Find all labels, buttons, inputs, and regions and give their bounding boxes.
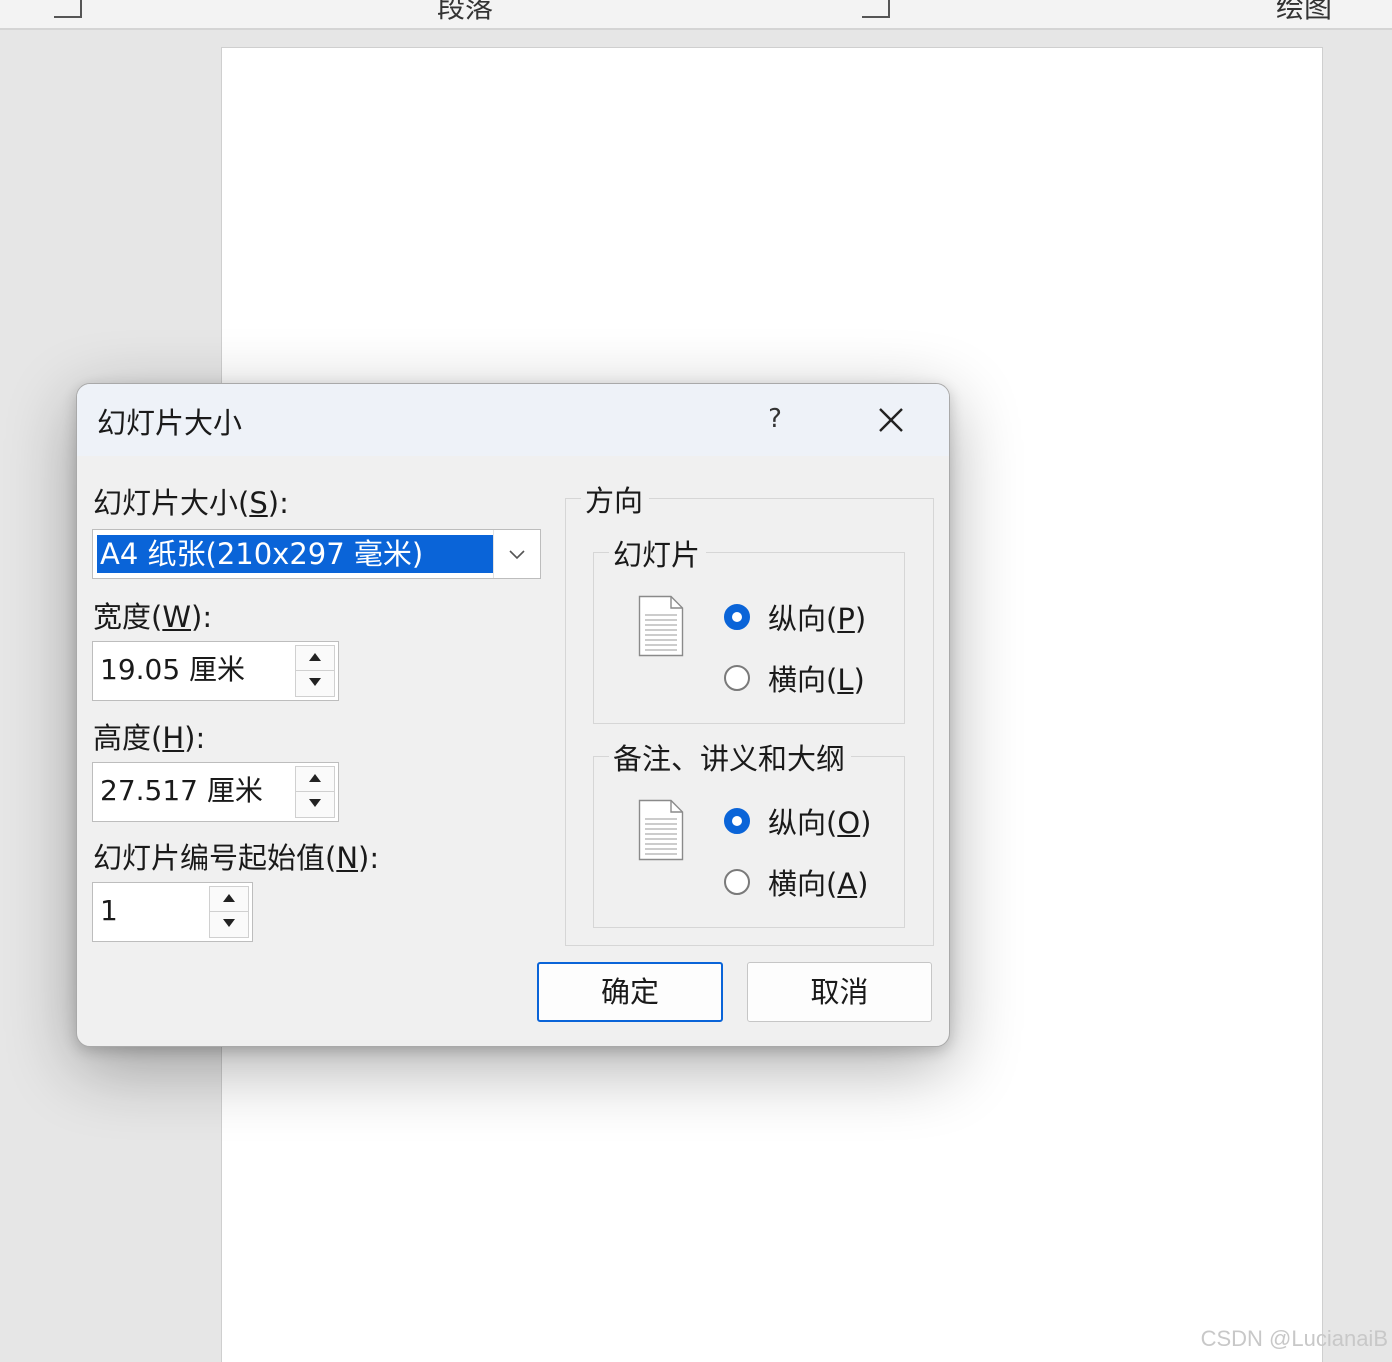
- close-button[interactable]: [871, 398, 911, 440]
- arrow-down-icon: [309, 678, 321, 686]
- slide-size-label: 幻灯片大小(S):: [93, 480, 289, 522]
- arrow-down-icon: [309, 799, 321, 807]
- label-text: ): [853, 663, 865, 697]
- ribbon-strip: 段落 绘图: [0, 0, 1392, 30]
- portrait-page-icon: [638, 595, 684, 657]
- label-text: 幻灯片大小(: [93, 486, 250, 520]
- radio-unselected-icon[interactable]: [724, 665, 750, 691]
- radio-selected-icon[interactable]: [724, 604, 750, 630]
- dropdown-arrow[interactable]: [493, 530, 540, 578]
- label-text: 宽度(: [93, 600, 163, 634]
- label-text: 纵向(: [768, 602, 838, 636]
- numbering-stepper: [209, 886, 249, 938]
- height-label: 高度(H):: [93, 715, 205, 757]
- access-key: W: [162, 600, 192, 634]
- radio-unselected-icon[interactable]: [724, 869, 750, 895]
- height-increase-button[interactable]: [296, 767, 334, 792]
- width-decrease-button[interactable]: [296, 671, 334, 696]
- label-text: ):: [191, 600, 213, 634]
- label-text: 横向(: [768, 867, 838, 901]
- portrait-page-icon: [638, 799, 684, 861]
- label-text: ):: [267, 486, 289, 520]
- slide-size-dialog: 幻灯片大小 ? 幻灯片大小(S): A4 纸张(210x297 毫米) 宽度(W…: [76, 383, 950, 1047]
- close-icon: [879, 408, 903, 432]
- slide-size-value: A4 纸张(210x297 毫米): [97, 535, 493, 573]
- watermark: CSDN @LucianaiB: [1200, 1326, 1388, 1351]
- chevron-down-icon: [509, 550, 525, 560]
- orientation-title: 方向: [581, 478, 650, 520]
- access-key: P: [837, 602, 855, 636]
- width-stepper: [295, 645, 335, 697]
- access-key: H: [162, 721, 185, 755]
- numbering-spinbox[interactable]: 1: [92, 882, 253, 942]
- width-increase-button[interactable]: [296, 646, 334, 671]
- ribbon-group-paragraph: 段落: [437, 0, 494, 24]
- access-key: N: [336, 841, 359, 875]
- cancel-button[interactable]: 取消: [747, 962, 932, 1022]
- label-text: ): [860, 806, 872, 840]
- ok-button[interactable]: 确定: [537, 962, 723, 1022]
- access-key: O: [837, 806, 861, 840]
- width-label: 宽度(W):: [93, 594, 212, 636]
- help-button[interactable]: ?: [757, 398, 793, 440]
- arrow-up-icon: [309, 653, 321, 661]
- width-input[interactable]: 19.05 厘米: [100, 642, 245, 698]
- dialog-title: 幻灯片大小: [97, 406, 243, 440]
- height-input[interactable]: 27.517 厘米: [100, 763, 263, 819]
- radio-label: 纵向(P): [768, 596, 866, 638]
- slides-orientation-title: 幻灯片: [609, 532, 707, 574]
- numbering-increase-button[interactable]: [210, 887, 248, 912]
- access-key: S: [249, 486, 268, 520]
- radio-label: 横向(A): [768, 861, 869, 903]
- height-decrease-button[interactable]: [296, 792, 334, 817]
- height-stepper: [295, 766, 335, 818]
- label-text: 纵向(: [768, 806, 838, 840]
- radio-label: 横向(L): [768, 657, 865, 699]
- ribbon-group-drawing: 绘图: [1276, 0, 1333, 24]
- label-text: 幻灯片编号起始值(: [93, 841, 337, 875]
- powerpoint-window: 段落 绘图 CSDN @LucianaiB 幻灯片大小 ? 幻灯片大小(S): …: [0, 0, 1392, 1362]
- access-key: L: [837, 663, 854, 697]
- notes-orientation-title: 备注、讲义和大纲: [609, 736, 852, 778]
- label-text: ):: [358, 841, 380, 875]
- arrow-up-icon: [223, 894, 235, 902]
- access-key: A: [837, 867, 858, 901]
- dialog-launcher-icon[interactable]: [54, 0, 82, 18]
- numbering-input[interactable]: 1: [100, 883, 118, 939]
- numbering-decrease-button[interactable]: [210, 912, 248, 937]
- arrow-up-icon: [309, 774, 321, 782]
- arrow-down-icon: [223, 919, 235, 927]
- dialog-titlebar[interactable]: 幻灯片大小 ?: [77, 384, 949, 456]
- numbering-label: 幻灯片编号起始值(N):: [93, 835, 379, 877]
- label-text: ): [857, 867, 869, 901]
- dialog-launcher-icon[interactable]: [862, 0, 890, 18]
- label-text: ): [854, 602, 867, 636]
- slide-size-dropdown[interactable]: A4 纸张(210x297 毫米): [92, 529, 541, 579]
- height-spinbox[interactable]: 27.517 厘米: [92, 762, 339, 822]
- radio-selected-icon[interactable]: [724, 808, 750, 834]
- label-text: 横向(: [768, 663, 838, 697]
- radio-label: 纵向(O): [768, 800, 871, 842]
- width-spinbox[interactable]: 19.05 厘米: [92, 641, 339, 701]
- label-text: 高度(: [93, 721, 163, 755]
- label-text: ):: [184, 721, 206, 755]
